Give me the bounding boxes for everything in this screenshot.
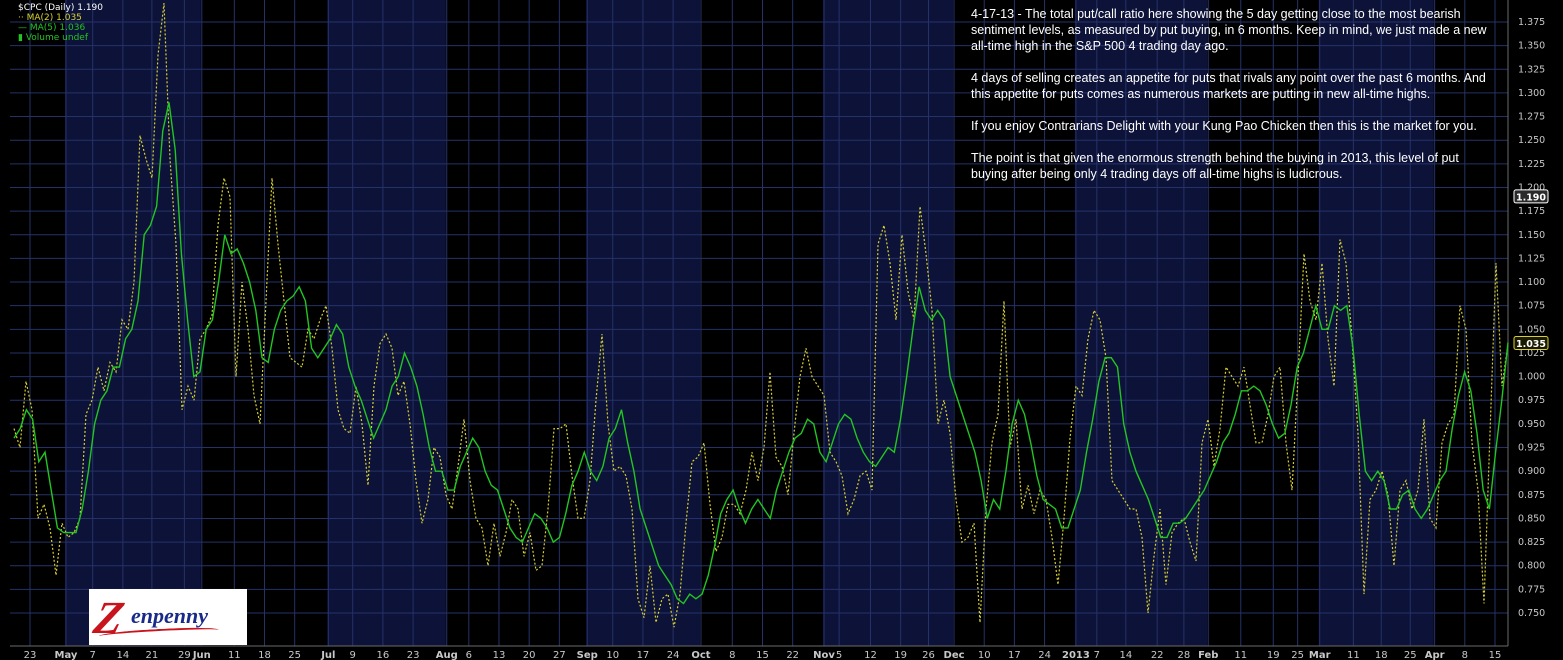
x-tick-label: 6 [466, 650, 472, 660]
x-tick-label: 19 [1267, 650, 1280, 660]
y-tick-label: 1.275 [1518, 112, 1545, 123]
legend: $CPC (Daily) 1.190 ·· MA(2) 1.035 — MA(5… [18, 3, 103, 43]
x-tick-label: Mar [1309, 650, 1331, 660]
x-tick-label: 18 [1375, 650, 1388, 660]
x-tick-label: Feb [1198, 650, 1218, 660]
zenpenny-logo: Z enpenny [89, 589, 247, 645]
x-tick-label: 15 [756, 650, 769, 660]
y-tick-label: 1.075 [1518, 301, 1545, 312]
x-tick-label: Sep [577, 650, 598, 660]
x-tick-label: 2013 [1062, 650, 1090, 660]
x-tick-label: Jun [192, 650, 211, 660]
legend-ma2: ·· MA(2) 1.035 [18, 13, 82, 23]
x-tick-label: 23 [407, 650, 420, 660]
y-tick-label: 0.850 [1518, 513, 1545, 524]
y-tick-label: 0.950 [1518, 419, 1545, 430]
x-tick-label: 27 [553, 650, 566, 660]
y-tick-label: 0.825 [1518, 537, 1545, 548]
legend-volume: ▮ Volume undef [18, 33, 88, 43]
x-tick-label: 26 [922, 650, 935, 660]
y-tick-label: 0.900 [1518, 466, 1545, 477]
y-tick-label: 0.875 [1518, 490, 1545, 501]
y-tick-label: 0.750 [1518, 608, 1545, 619]
y-tick-label: 1.175 [1518, 206, 1545, 217]
y-tick-label: 1.150 [1518, 230, 1545, 241]
x-tick-label: Nov [813, 650, 835, 660]
x-tick-label: 11 [1347, 650, 1360, 660]
annotation-paragraph-3: If you enjoy Contrarians Delight with yo… [971, 119, 1477, 133]
x-tick-label: 8 [1462, 650, 1468, 660]
x-tick-label: 25 [1404, 650, 1417, 660]
x-tick-label: 28 [1178, 650, 1191, 660]
y-tick-label: 1.300 [1518, 88, 1545, 99]
x-tick-label: 7 [89, 650, 95, 660]
x-tick-label: 19 [894, 650, 907, 660]
y-tick-label: 1.325 [1518, 64, 1545, 75]
y-tick-label: 0.800 [1518, 561, 1545, 572]
price-marker-label: 1.190 [1516, 192, 1546, 203]
x-tick-label: 24 [1038, 650, 1051, 660]
y-tick-label: 1.225 [1518, 159, 1545, 170]
y-tick-label: 1.050 [1518, 324, 1545, 335]
legend-title: $CPC (Daily) 1.190 [18, 3, 104, 13]
shaded-month-band [823, 0, 954, 646]
x-tick-label: 25 [288, 650, 301, 660]
x-tick-label: 13 [493, 650, 506, 660]
y-tick-label: 1.375 [1518, 17, 1545, 28]
x-tick-label: 20 [523, 650, 536, 660]
x-tick-label: 9 [350, 650, 356, 660]
annotation-paragraph-1: 4-17-13 - The total put/call ratio here … [971, 7, 1487, 53]
x-tick-label: 22 [786, 650, 799, 660]
x-tick-label: Jul [320, 650, 335, 660]
x-tick-label: 8 [729, 650, 735, 660]
y-tick-label: 0.925 [1518, 443, 1545, 454]
x-tick-label: 17 [1008, 650, 1021, 660]
x-tick-label: 18 [258, 650, 271, 660]
x-tick-label: May [55, 650, 78, 660]
x-tick-label: Oct [691, 650, 710, 660]
y-tick-label: 0.975 [1518, 395, 1545, 406]
annotation-paragraph-4: The point is that given the enormous str… [971, 151, 1459, 181]
y-tick-label: 1.125 [1518, 253, 1545, 264]
x-tick-label: 17 [637, 650, 650, 660]
annotation-paragraph-2: 4 days of selling creates an appetite fo… [971, 71, 1486, 101]
y-tick-label: 1.000 [1518, 372, 1545, 383]
logo-wordmark: enpenny [131, 603, 208, 628]
x-tick-label: 10 [606, 650, 619, 660]
x-tick-label: 11 [228, 650, 241, 660]
x-tick-label: 25 [1291, 650, 1304, 660]
legend-ma2-label: MA(2) 1.035 [26, 13, 82, 23]
legend-volume-label: Volume undef [25, 33, 88, 43]
x-tick-label: 29 [178, 650, 191, 660]
price-marker-label: 1.035 [1516, 339, 1546, 350]
shaded-month-band [327, 0, 446, 646]
x-tick-label: Apr [1425, 650, 1445, 660]
x-tick-label: 10 [978, 650, 991, 660]
x-tick-label: Aug [436, 650, 458, 660]
x-tick-label: 14 [117, 650, 130, 660]
x-tick-label: 23 [24, 650, 37, 660]
y-tick-label: 0.775 [1518, 584, 1545, 595]
x-tick-label: 7 [1094, 650, 1100, 660]
legend-ma5: — MA(5) 1.036 [18, 23, 86, 33]
y-tick-label: 1.350 [1518, 41, 1545, 52]
x-tick-label: 15 [1489, 650, 1502, 660]
x-tick-label: 12 [864, 650, 877, 660]
x-tick-label: Dec [944, 650, 965, 660]
x-tick-label: 11 [1234, 650, 1247, 660]
legend-ma5-label: MA(5) 1.036 [29, 23, 86, 33]
y-tick-label: 1.100 [1518, 277, 1545, 288]
annotation-text: 4-17-13 - The total put/call ratio here … [971, 6, 1491, 198]
x-tick-label: 14 [1119, 650, 1132, 660]
x-tick-label: 24 [667, 650, 680, 660]
x-tick-label: 21 [146, 650, 159, 660]
x-tick-label: 22 [1151, 650, 1164, 660]
x-tick-label: 16 [377, 650, 390, 660]
x-tick-label: 5 [836, 650, 842, 660]
y-tick-label: 1.250 [1518, 135, 1545, 146]
